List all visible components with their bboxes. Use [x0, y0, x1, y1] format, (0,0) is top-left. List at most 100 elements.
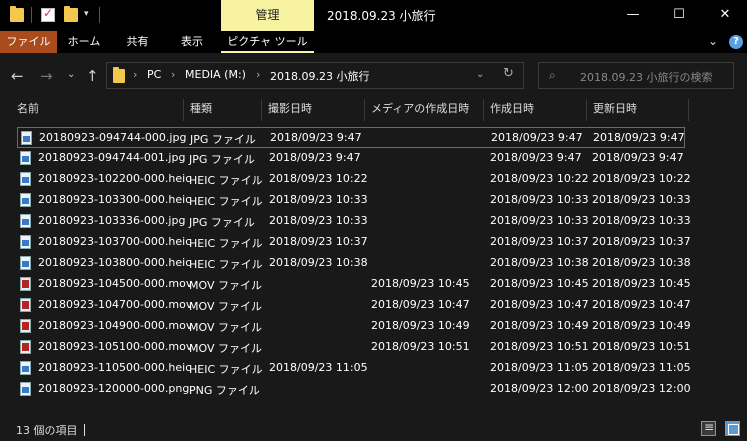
search-input[interactable]: ⌕ 2018.09.23 小旅行の検索: [538, 62, 734, 89]
column-header-created[interactable]: 作成日時: [485, 97, 586, 121]
file-modified: 2018/09/23 10:49: [592, 319, 691, 332]
up-arrow-icon[interactable]: ↑: [86, 67, 99, 85]
tab-view[interactable]: 表示: [164, 31, 220, 53]
status-bar: 13 個の項目: [0, 418, 747, 441]
column-divider[interactable]: [261, 99, 262, 121]
divider: [99, 7, 100, 23]
file-created: 2018/09/23 10:33: [490, 193, 589, 206]
breadcrumb-separator[interactable]: ›: [256, 68, 260, 81]
file-type: MOV ファイル: [189, 279, 262, 292]
tab-manage[interactable]: 管理: [221, 0, 314, 31]
close-button[interactable]: ✕: [705, 4, 745, 26]
table-row[interactable]: 20180923-103700-000.heic HEIC ファイル 2018/09…: [17, 232, 691, 253]
address-row: ← → ⌄ ↑ › PC › MEDIA (M:) › 2018.09.23 小…: [0, 53, 747, 97]
column-divider[interactable]: [483, 99, 484, 121]
column-divider[interactable]: [688, 99, 689, 121]
column-header-type[interactable]: 種類: [185, 97, 261, 121]
back-arrow-icon[interactable]: ←: [11, 67, 24, 85]
column-divider[interactable]: [364, 99, 365, 121]
file-type: MOV ファイル: [189, 342, 262, 355]
recent-locations-chevron-icon[interactable]: ⌄: [67, 69, 75, 80]
file-modified: 2018/09/23 10:45: [592, 277, 691, 290]
image-file-icon: [20, 361, 31, 375]
ribbon-tabs: ファイル ホーム 共有 表示 ピクチャ ツール ⌄: [0, 31, 747, 53]
maximize-button[interactable]: ☐: [659, 4, 699, 26]
table-row[interactable]: 20180923-103336-000.jpg JPG ファイル 2018/09/2…: [17, 211, 691, 232]
file-date-taken: 2018/09/23 10:22: [269, 172, 368, 185]
column-divider[interactable]: [183, 99, 184, 121]
table-row[interactable]: 20180923-104700-000.mov MOV ファイル 2018/09/2…: [17, 295, 691, 316]
title-bar: ▾ 管理 2018.09.23 小旅行 — ☐ ✕: [0, 0, 747, 31]
image-file-icon: [20, 235, 31, 249]
forward-arrow-icon[interactable]: →: [40, 67, 53, 85]
file-modified: 2018/09/23 12:00: [592, 382, 691, 395]
minimize-button[interactable]: —: [613, 4, 653, 26]
item-count: 13 個の項目: [16, 424, 78, 437]
table-row[interactable]: 20180923-110500-000.heic HEIC ファイル 2018/09…: [17, 358, 691, 379]
column-header-name[interactable]: 名前: [12, 97, 183, 121]
table-row[interactable]: 20180923-103800-000.heic HEIC ファイル 2018/09…: [17, 253, 691, 274]
file-modified: 2018/09/23 10:33: [592, 214, 691, 227]
details-view-icon[interactable]: [701, 420, 716, 436]
image-file-icon: [21, 131, 32, 145]
tab-share[interactable]: 共有: [111, 31, 164, 53]
file-created: 2018/09/23 10:22: [490, 172, 589, 185]
help-icon[interactable]: ?: [729, 35, 743, 49]
file-modified: 2018/09/23 9:47: [593, 131, 685, 144]
breadcrumb-separator[interactable]: ›: [171, 68, 175, 81]
table-row[interactable]: 20180923-105100-000.mov MOV ファイル 2018/09/2…: [17, 337, 691, 358]
column-header-media-created[interactable]: メディアの作成日時: [366, 97, 483, 121]
image-file-icon: [20, 256, 31, 270]
file-date-taken: 2018/09/23 10:37: [269, 235, 368, 248]
ribbon-expand-icon[interactable]: ⌄: [708, 34, 718, 48]
column-header-date-taken[interactable]: 撮影日時: [263, 97, 364, 121]
file-date-taken: 2018/09/23 10:33: [269, 214, 368, 227]
tab-picture-tools[interactable]: ピクチャ ツール: [221, 31, 314, 53]
file-name: 20180923-120000-000.png: [38, 382, 190, 395]
file-created: 2018/09/23 11:05: [490, 361, 589, 374]
image-file-icon: [20, 214, 31, 228]
breadcrumb-pc[interactable]: PC: [147, 68, 161, 81]
address-bar[interactable]: › PC › MEDIA (M:) › 2018.09.23 小旅行: [106, 62, 524, 89]
file-date-taken: 2018/09/23 9:47: [270, 131, 362, 144]
file-modified: 2018/09/23 9:47: [592, 151, 684, 164]
file-type: JPG ファイル: [189, 153, 255, 166]
quick-access-dropdown-icon[interactable]: ▾: [84, 9, 89, 19]
file-type: HEIC ファイル: [189, 174, 263, 187]
file-created: 2018/09/23 10:37: [490, 235, 589, 248]
table-row[interactable]: 20180923-120000-000.png PNG ファイル 2018/09/2…: [17, 379, 691, 400]
file-name: 20180923-094744-000.jpg: [39, 131, 187, 144]
table-row[interactable]: 20180923-104900-000.mov MOV ファイル 2018/09/2…: [17, 316, 691, 337]
file-name: 20180923-103300-000.heic: [38, 193, 192, 206]
new-folder-icon[interactable]: [64, 6, 78, 22]
table-row[interactable]: 20180923-102200-000.heic HEIC ファイル 2018/09…: [17, 169, 691, 190]
properties-icon[interactable]: [41, 6, 55, 22]
address-dropdown-icon[interactable]: ⌄: [476, 69, 484, 80]
text-caret: [84, 424, 85, 436]
file-type: HEIC ファイル: [189, 237, 263, 250]
file-type: MOV ファイル: [189, 300, 262, 313]
file-date-taken: 2018/09/23 9:47: [269, 151, 361, 164]
breadcrumb-folder[interactable]: 2018.09.23 小旅行: [270, 68, 369, 84]
column-header-modified[interactable]: 更新日時: [588, 97, 688, 121]
table-row[interactable]: 20180923-103300-000.heic HEIC ファイル 2018/09…: [17, 190, 691, 211]
file-type: JPG ファイル: [189, 216, 255, 229]
table-row[interactable]: 20180923-094744-001.jpg JPG ファイル 2018/09/2…: [17, 148, 685, 169]
column-divider[interactable]: [586, 99, 587, 121]
tab-file[interactable]: ファイル: [0, 31, 57, 53]
file-media-created: 2018/09/23 10:45: [371, 277, 470, 290]
file-created: 2018/09/23 10:38: [490, 256, 589, 269]
table-row[interactable]: 20180923-094744-000.jpg JPG ファイル 2018/09/2…: [17, 127, 685, 148]
breadcrumb-media-drive[interactable]: MEDIA (M:): [185, 68, 246, 81]
file-modified: 2018/09/23 10:38: [592, 256, 691, 269]
file-type: PNG ファイル: [189, 384, 260, 397]
file-created: 2018/09/23 9:47: [490, 151, 582, 164]
file-name: 20180923-103700-000.heic: [38, 235, 192, 248]
large-icons-view-icon[interactable]: [725, 421, 740, 436]
tab-home[interactable]: ホーム: [57, 31, 111, 53]
refresh-icon[interactable]: ↻: [503, 66, 514, 81]
video-file-icon: [20, 298, 31, 312]
table-row[interactable]: 20180923-104500-000.mov MOV ファイル 2018/09/2…: [17, 274, 691, 295]
breadcrumb-separator: ›: [133, 68, 138, 81]
column-headers: 名前 種類 撮影日時 メディアの作成日時 作成日時 更新日時: [0, 97, 747, 121]
